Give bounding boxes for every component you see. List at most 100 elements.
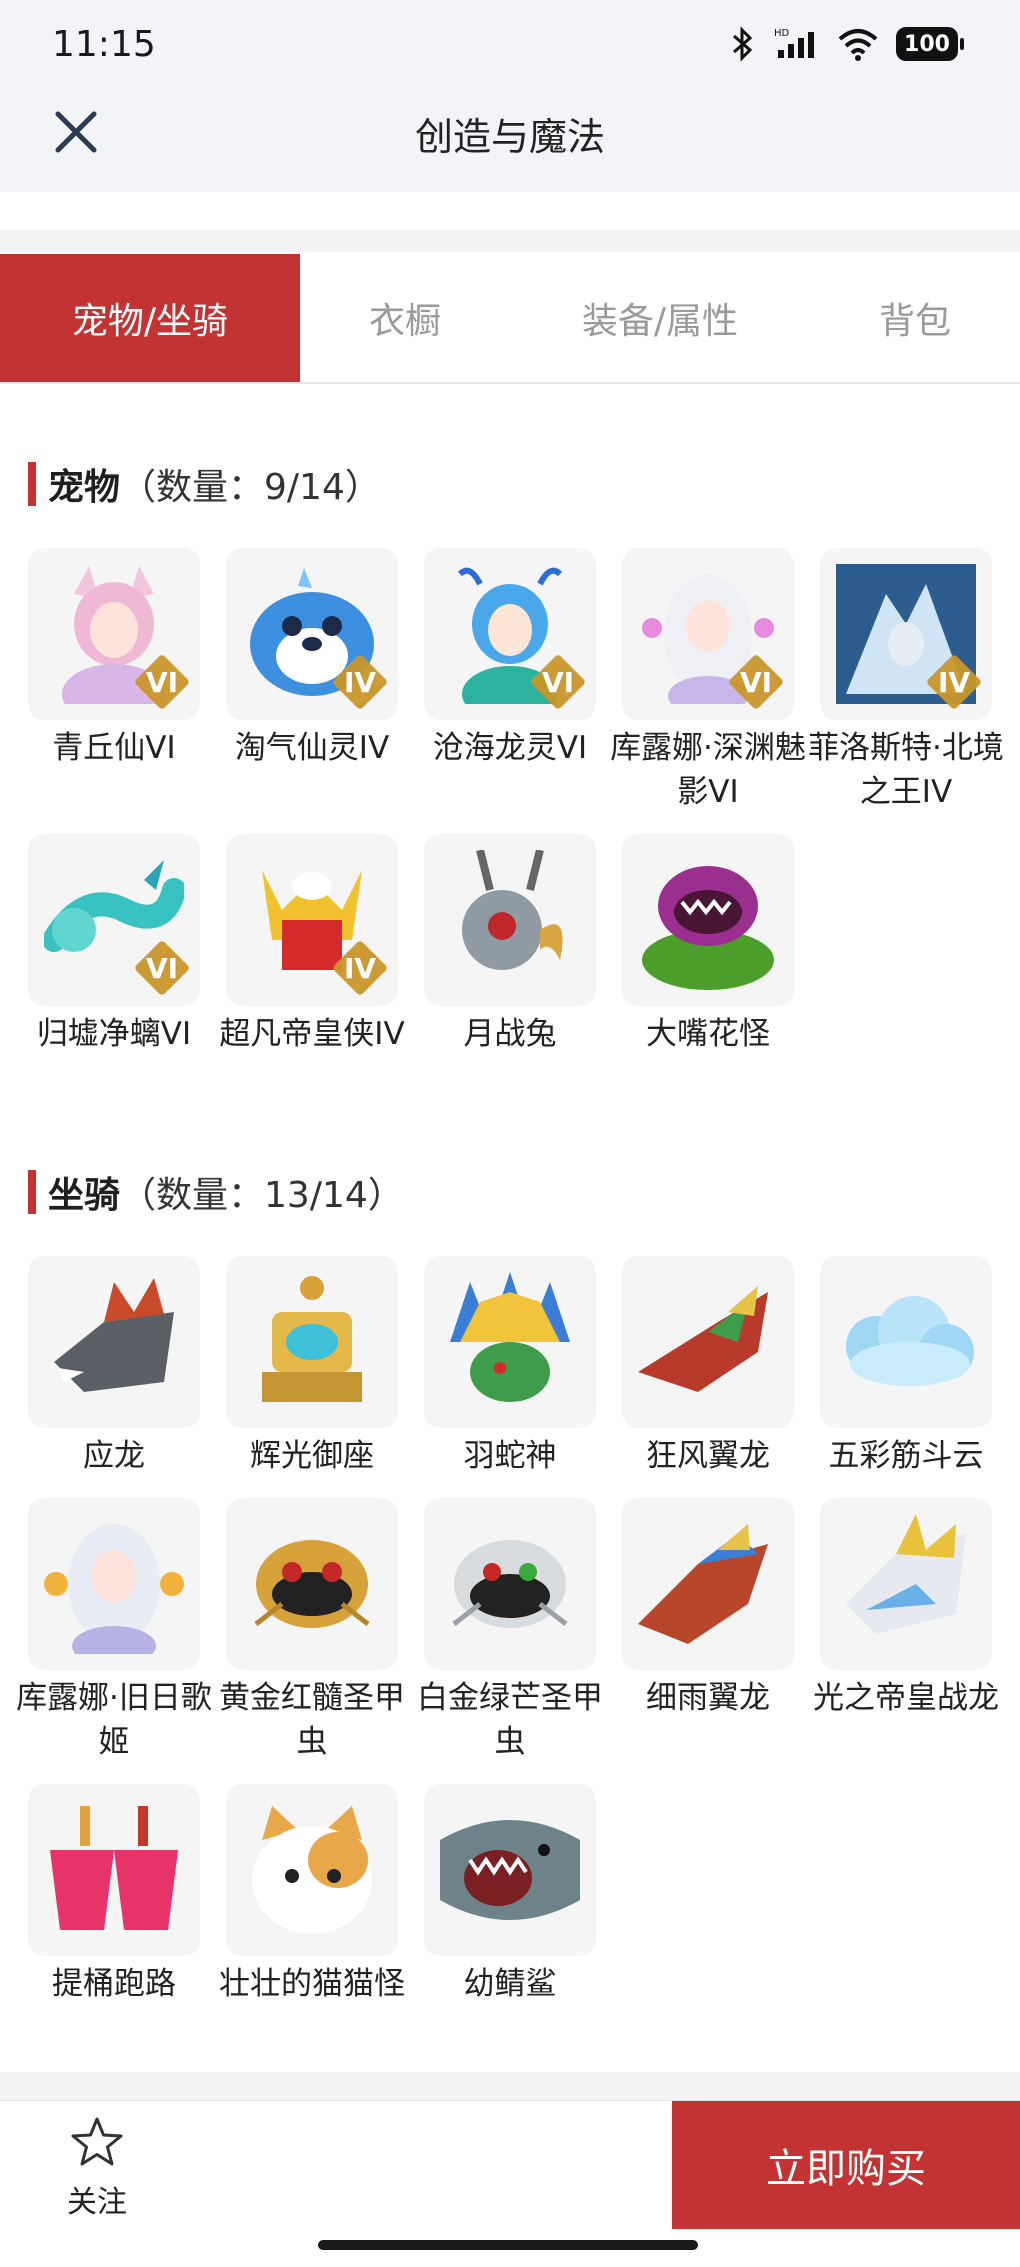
pet-thumbnail: VI [424, 548, 596, 720]
mount-card[interactable]: 提桶跑路 [28, 1784, 200, 2006]
pet-name: 库露娜·深渊魅影VI [610, 730, 806, 810]
golden-throne-icon [262, 1276, 362, 1402]
mount-name: 辉光御座 [250, 1438, 374, 1474]
mount-thumbnail [424, 1256, 596, 1428]
grey-dragon-icon [54, 1278, 174, 1392]
mount-thumbnail [226, 1256, 398, 1428]
mount-name: 应龙 [83, 1438, 145, 1474]
mount-card[interactable]: 辉光御座 [226, 1256, 398, 1478]
mounts-section-title: 坐骑 [48, 1175, 121, 1216]
pet-card[interactable]: IV 菲洛斯特·北境之王IV [808, 548, 1004, 814]
mount-card[interactable]: 细雨翼龙 [622, 1498, 794, 1720]
mount-thumbnail [820, 1498, 992, 1670]
mounts-grid: 应龙 辉光御座 羽蛇神 狂风翼龙 五彩筋斗云 库露娜·旧日歌姬 黄金红髓圣甲虫 … [16, 1256, 999, 2046]
tab-backpack[interactable]: 背包 [830, 254, 1000, 382]
follow-label: 关注 [67, 2185, 127, 2220]
pet-card[interactable]: VI 青丘仙VI [28, 548, 200, 770]
tab-equipment-attributes[interactable]: 装备/属性 [535, 254, 785, 382]
singer-maiden-icon [44, 1524, 184, 1654]
golden-scarab-icon [254, 1540, 370, 1628]
status-time: 11:15 [52, 24, 156, 65]
pet-thumbnail: IV [226, 834, 398, 1006]
pet-card[interactable]: VI 库露娜·深渊魅影VI [610, 548, 806, 814]
pet-card[interactable]: 月战兔 [424, 834, 596, 1056]
pet-name: 菲洛斯特·北境之王IV [808, 730, 1004, 810]
cat-monster-icon [252, 1806, 372, 1934]
mount-card[interactable]: 壮壮的猫猫怪 [219, 1784, 405, 2006]
mount-card[interactable]: 幼鲭鲨 [424, 1784, 596, 2006]
pet-thumbnail: IV [226, 548, 398, 720]
mount-card[interactable]: 黄金红髓圣甲虫 [219, 1498, 405, 1764]
pet-level-badge: VI [134, 654, 190, 710]
status-bar: 11:15 HD 100 [0, 0, 1020, 92]
pet-thumbnail: VI [28, 834, 200, 1006]
mount-card[interactable]: 白金绿芒圣甲虫 [417, 1498, 603, 1764]
bucket-icon [50, 1806, 178, 1930]
bluetooth-icon [733, 26, 753, 62]
buy-now-button[interactable]: 立即购买 [672, 2101, 1020, 2229]
pet-name: 月战兔 [463, 1016, 557, 1052]
pet-thumbnail [424, 834, 596, 1006]
piranha-plant-icon [642, 866, 774, 990]
pet-level-badge: VI [134, 940, 190, 996]
platinum-scarab-icon [452, 1540, 568, 1628]
pets-section-header: 宠物 （数量：9/14） [28, 458, 381, 510]
pet-thumbnail: IV [820, 548, 992, 720]
pet-thumbnail: VI [28, 548, 200, 720]
mount-card[interactable]: 狂风翼龙 [622, 1256, 794, 1478]
pet-level-badge: VI [530, 654, 586, 710]
feathered-serpent-icon [450, 1272, 570, 1402]
mount-name: 库露娜·旧日歌姬 [16, 1680, 212, 1760]
mount-thumbnail [28, 1498, 200, 1670]
pet-card[interactable]: VI 归墟净螭VI [28, 834, 200, 1056]
mount-thumbnail [820, 1256, 992, 1428]
mount-thumbnail [28, 1256, 200, 1428]
page-title: 创造与魔法 [414, 115, 605, 159]
pet-card[interactable]: VI 沧海龙灵VI [424, 548, 596, 770]
pet-name: 淘气仙灵IV [234, 730, 390, 766]
pet-level-badge: IV [926, 654, 982, 710]
mount-card[interactable]: 库露娜·旧日歌姬 [16, 1498, 212, 1764]
pet-name: 青丘仙VI [52, 730, 176, 766]
tab-wardrobe[interactable]: 衣橱 [300, 254, 510, 382]
pets-section-title: 宠物 [48, 467, 121, 508]
divider-strip [0, 230, 1020, 252]
rain-wyvern-icon [638, 1524, 768, 1644]
section-accent-bar [28, 462, 36, 506]
pet-card[interactable]: IV 淘气仙灵IV [226, 548, 398, 770]
tab-bar: 宠物/坐骑 衣橱 装备/属性 背包 [0, 254, 1020, 384]
tab-pets-mounts[interactable]: 宠物/坐骑 [0, 254, 300, 382]
mount-name: 幼鲭鲨 [463, 1966, 557, 2002]
mount-name: 白金绿芒圣甲虫 [417, 1680, 603, 1760]
robot-rabbit-icon [462, 850, 563, 970]
mount-thumbnail [226, 1784, 398, 1956]
mounts-section-header: 坐骑 （数量：13/14） [28, 1166, 404, 1218]
light-war-dragon-icon [846, 1514, 966, 1634]
bottom-divider [0, 2072, 1020, 2100]
pet-name: 大嘴花怪 [646, 1016, 770, 1052]
pet-card[interactable]: IV 超凡帝皇侠IV [219, 834, 405, 1056]
mount-card[interactable]: 五彩筋斗云 [820, 1256, 992, 1478]
mount-name: 壮壮的猫猫怪 [219, 1966, 405, 2002]
mount-card[interactable]: 羽蛇神 [424, 1256, 596, 1478]
home-indicator[interactable] [318, 2240, 698, 2250]
pets-section-count: （数量：9/14） [120, 467, 381, 508]
signal-icon: HD [774, 28, 814, 58]
mount-name: 狂风翼龙 [646, 1438, 770, 1474]
pet-name: 超凡帝皇侠IV [219, 1016, 405, 1052]
mounts-section-count: （数量：13/14） [120, 1175, 404, 1216]
pet-name: 归墟净螭VI [36, 1016, 192, 1052]
pets-grid: VI 青丘仙VI IV 淘气仙灵IV VI 沧海龙灵VI VI 库露娜·深渊魅影… [28, 548, 1004, 1088]
mount-name: 细雨翼龙 [646, 1680, 770, 1716]
pet-thumbnail [622, 834, 794, 1006]
pet-level-badge: IV [332, 940, 388, 996]
mount-card[interactable]: 光之帝皇战龙 [813, 1498, 999, 1720]
mount-card[interactable]: 应龙 [28, 1256, 200, 1478]
mount-name: 黄金红髓圣甲虫 [219, 1680, 405, 1760]
mount-name: 光之帝皇战龙 [813, 1680, 999, 1716]
wifi-icon [838, 29, 878, 61]
follow-button[interactable]: 关注 [52, 2115, 142, 2221]
pet-card[interactable]: 大嘴花怪 [622, 834, 794, 1056]
mount-thumbnail [28, 1784, 200, 1956]
shark-icon [440, 1820, 580, 1920]
